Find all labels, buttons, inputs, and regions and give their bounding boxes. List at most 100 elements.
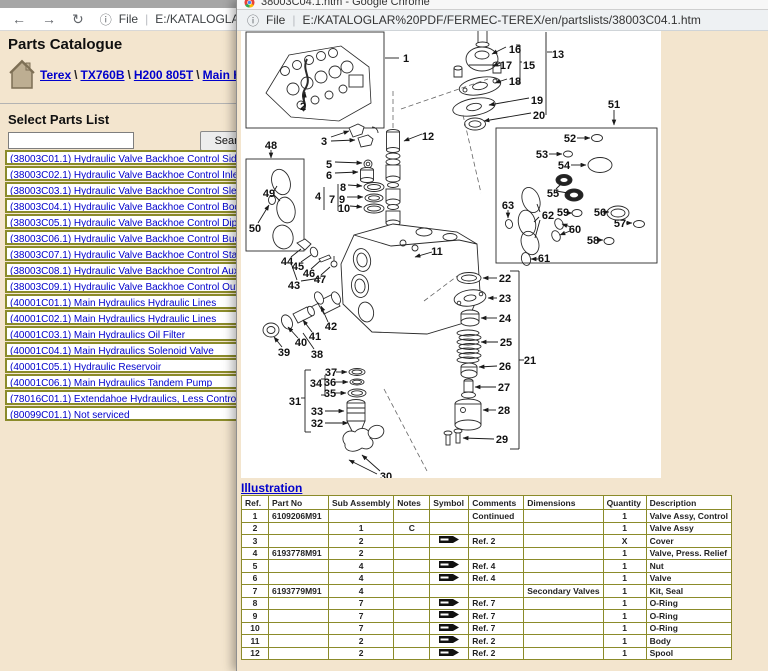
page-title: Parts Catalogue <box>8 36 122 53</box>
svg-text:6: 6 <box>326 170 332 182</box>
table-cell <box>394 547 430 560</box>
svg-text:38: 38 <box>311 349 323 361</box>
parts-list-link[interactable]: (80099C01.1) Not serviced <box>10 410 130 421</box>
svg-text:61: 61 <box>538 253 550 265</box>
home-icon[interactable] <box>9 58 35 95</box>
svg-text:56: 56 <box>594 207 606 219</box>
table-cell <box>269 635 329 648</box>
table-cell: 7 <box>329 610 394 623</box>
table-cell: 1 <box>603 647 646 660</box>
table-cell <box>430 635 469 648</box>
svg-text:51: 51 <box>608 99 620 111</box>
table-cell <box>524 572 603 585</box>
parts-list-link[interactable]: (40001C01.1) Main Hydraulics Hydraulic L… <box>10 298 216 309</box>
column-header: Ref. <box>242 496 269 510</box>
svg-text:53: 53 <box>536 149 548 161</box>
svg-text:31: 31 <box>289 396 301 408</box>
table-row: 87Ref. 71O-Ring <box>242 597 732 610</box>
table-cell: 7 <box>329 622 394 635</box>
breadcrumb-link[interactable]: Terex <box>40 68 71 82</box>
svg-text:23: 23 <box>499 293 511 305</box>
table-cell: 5 <box>242 560 269 573</box>
table-cell <box>524 560 603 573</box>
parts-list-link[interactable]: (40001C02.1) Main Hydraulics Hydraulic L… <box>10 314 216 325</box>
parts-list-link[interactable]: (78016C01.1) Extendahoe Hydraulics, Less… <box>10 394 267 405</box>
svg-text:48: 48 <box>265 140 277 152</box>
svg-text:1: 1 <box>403 53 409 65</box>
table-cell: 1 <box>242 510 269 523</box>
parts-list-link[interactable]: (40001C06.1) Main Hydraulics Tandem Pump <box>10 378 212 389</box>
table-cell <box>269 535 329 548</box>
forward-icon[interactable]: → <box>42 12 56 26</box>
table-cell <box>430 610 469 623</box>
table-cell <box>430 597 469 610</box>
svg-text:4: 4 <box>315 191 322 203</box>
table-row: 16109206M91Continued1Valve Assy, Control <box>242 510 732 523</box>
url-scheme: File <box>119 12 138 26</box>
table-cell <box>524 522 603 535</box>
breadcrumb-link[interactable]: TX760B <box>80 68 124 82</box>
illustration-link[interactable]: Illustration <box>241 481 302 495</box>
column-header: Symbol <box>430 496 469 510</box>
reload-icon[interactable]: ↻ <box>72 12 84 26</box>
cartridge-symbol-icon <box>438 648 460 657</box>
table-cell: 1 <box>603 572 646 585</box>
svg-text:25: 25 <box>500 337 512 349</box>
window-titlebar[interactable]: 38003C04.1.htm - Google Chrome <box>237 0 768 10</box>
back-icon[interactable]: ← <box>12 12 26 26</box>
table-cell: Spool <box>646 647 731 660</box>
svg-text:26: 26 <box>499 361 511 373</box>
table-cell: 1 <box>603 547 646 560</box>
parts-list-link[interactable]: (40001C03.1) Main Hydraulics Oil Filter <box>10 330 185 341</box>
table-cell: 4 <box>242 547 269 560</box>
svg-text:24: 24 <box>499 313 512 325</box>
info-icon[interactable]: ⓘ <box>247 12 259 29</box>
table-cell <box>269 597 329 610</box>
table-cell: Ref. 7 <box>469 622 524 635</box>
svg-text:59: 59 <box>557 207 569 219</box>
table-cell <box>269 610 329 623</box>
table-cell: Cover <box>646 535 731 548</box>
table-cell <box>469 522 524 535</box>
search-input[interactable] <box>8 132 134 149</box>
table-cell: 6193778M91 <box>269 547 329 560</box>
table-cell: 7 <box>242 585 269 598</box>
svg-text:7: 7 <box>329 194 335 206</box>
svg-text:39: 39 <box>278 347 290 359</box>
table-cell: 11 <box>242 635 269 648</box>
table-cell: 8 <box>242 597 269 610</box>
popup-address-bar[interactable]: ⓘ File | E:/KATALOGLAR%20PDF/FERMEC-TERE… <box>237 10 768 31</box>
parts-table: Ref.Part NoSub AssemblyNotesSymbolCommen… <box>241 495 732 660</box>
svg-text:33: 33 <box>311 406 323 418</box>
svg-text:55: 55 <box>547 188 559 200</box>
table-cell: 3 <box>242 535 269 548</box>
table-row: 112Ref. 21Body <box>242 635 732 648</box>
exploded-diagram-image: 1235647891012484950161715181319205152535… <box>241 31 661 478</box>
svg-text:40: 40 <box>295 337 307 349</box>
svg-text:13: 13 <box>552 49 564 61</box>
table-cell <box>430 622 469 635</box>
table-cell: 4 <box>329 572 394 585</box>
table-cell <box>394 622 430 635</box>
table-cell <box>430 572 469 585</box>
parts-list-link[interactable]: (40001C05.1) Hydraulic Reservoir <box>10 362 161 373</box>
table-cell <box>269 572 329 585</box>
breadcrumb-separator: \ <box>196 68 199 82</box>
table-row: 76193779M914Secondary Valves1Kit, Seal <box>242 585 732 598</box>
svg-text:35: 35 <box>324 388 336 400</box>
table-cell: 2 <box>329 635 394 648</box>
table-cell: 1 <box>603 510 646 523</box>
breadcrumb-link[interactable]: H200 805T <box>134 68 193 82</box>
table-cell: Nut <box>646 560 731 573</box>
column-header: Quantity <box>603 496 646 510</box>
svg-text:60: 60 <box>569 224 581 236</box>
parts-list-link[interactable]: (40001C04.1) Main Hydraulics Solenoid Va… <box>10 346 214 357</box>
url-text: E:/KATALOGLAR%20PDF/FERMEC-TEREX/en/part… <box>302 13 700 27</box>
table-cell: 2 <box>242 522 269 535</box>
table-cell <box>524 510 603 523</box>
table-cell <box>430 535 469 548</box>
column-header: Dimensions <box>524 496 603 510</box>
table-cell: 1 <box>603 622 646 635</box>
info-icon[interactable]: ⓘ <box>100 11 112 28</box>
table-cell: Ref. 4 <box>469 560 524 573</box>
